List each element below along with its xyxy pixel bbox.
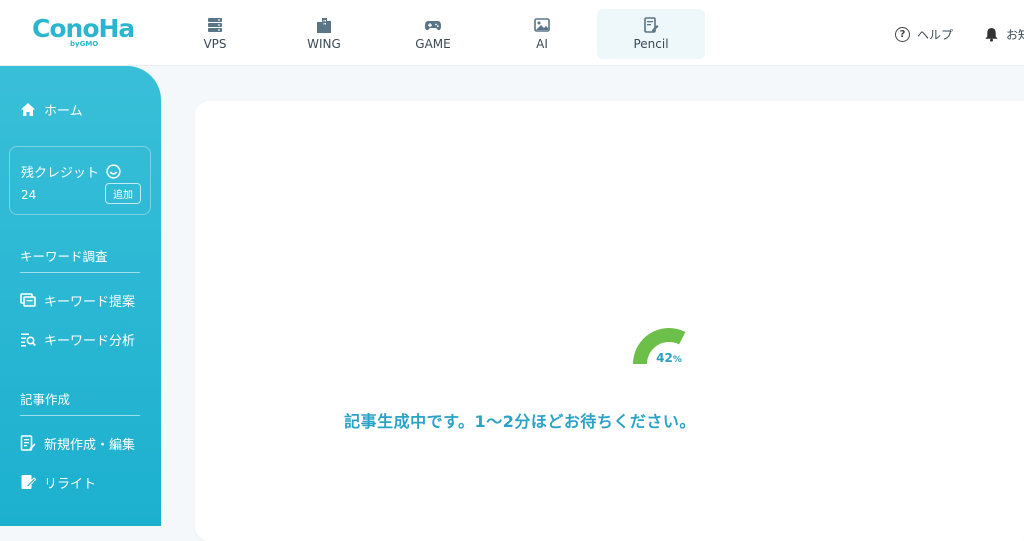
credit-title-label: 残クレジット (21, 166, 100, 181)
tab-ai[interactable]: AI (488, 9, 596, 59)
buildings-icon (317, 18, 331, 33)
notify-label: お知 (1006, 27, 1024, 42)
keyword-analysis-icon (21, 333, 36, 346)
notification-link[interactable]: お知 (984, 25, 1024, 43)
progress-readout: 42% (631, 351, 707, 365)
credit-box: 残クレジット 24 追加 (9, 146, 151, 215)
progress-unit: % (672, 355, 682, 365)
credit-title: 残クレジット (21, 162, 121, 181)
pencil-document-icon (644, 17, 659, 33)
tab-label: Pencil (633, 37, 669, 51)
server-icon (208, 18, 222, 32)
tab-label: AI (536, 37, 548, 51)
tab-game[interactable]: GAME (379, 9, 487, 59)
tab-pencil[interactable]: Pencil (597, 9, 705, 59)
logo-sub: byGMO (70, 40, 99, 48)
top-header: ConoHa byGMO VPS WING GAME AI Pencil ? ヘ… (0, 0, 1024, 66)
gamepad-icon (425, 21, 441, 31)
sidebar: ホーム 残クレジット 24 追加 キーワード調査 キーワード提案 キーワード分析… (0, 66, 161, 526)
bell-icon (985, 27, 998, 42)
section-article-creation: 記事作成 (20, 389, 140, 416)
generation-status-message: 記事生成中です。1〜2分ほどお待ちください。 (195, 408, 1024, 432)
sidebar-item-new-edit[interactable]: 新規作成・編集 (20, 433, 135, 453)
rewrite-icon (21, 475, 36, 489)
help-link[interactable]: ? ヘルプ (895, 25, 953, 43)
tab-label: VPS (203, 37, 227, 51)
tab-label: GAME (415, 37, 451, 51)
sidebar-item-home[interactable]: ホーム (20, 99, 83, 119)
image-ai-icon (534, 18, 550, 32)
add-credit-button[interactable]: 追加 (105, 183, 141, 204)
progress-value: 42 (656, 351, 673, 365)
home-icon (21, 102, 35, 116)
sidebar-item-label: キーワード分析 (44, 333, 136, 349)
keyword-suggest-icon (20, 292, 36, 307)
sidebar-item-keyword-analysis[interactable]: キーワード分析 (20, 329, 135, 349)
help-label: ヘルプ (917, 27, 954, 42)
tab-label: WING (307, 37, 341, 51)
sidebar-item-keyword-suggest[interactable]: キーワード提案 (20, 290, 135, 310)
tab-vps[interactable]: VPS (161, 9, 269, 59)
section-keyword-research: キーワード調査 (20, 246, 140, 273)
sidebar-item-label: ホーム (44, 103, 83, 119)
main-content-card (195, 101, 1024, 541)
sidebar-item-rewrite[interactable]: リライト (20, 472, 96, 492)
help-icon: ? (895, 26, 910, 42)
sidebar-item-label: 新規作成・編集 (44, 437, 136, 453)
conoha-logo[interactable]: ConoHa byGMO (32, 14, 135, 50)
credit-value: 24 (21, 188, 37, 202)
document-edit-icon (20, 435, 36, 451)
smile-icon (106, 164, 121, 179)
sidebar-item-label: リライト (44, 476, 97, 492)
sidebar-item-label: キーワード提案 (44, 294, 136, 310)
tab-wing[interactable]: WING (270, 9, 378, 59)
status-text: 記事生成中です。1〜2分ほどお待ちください。 (344, 412, 696, 431)
